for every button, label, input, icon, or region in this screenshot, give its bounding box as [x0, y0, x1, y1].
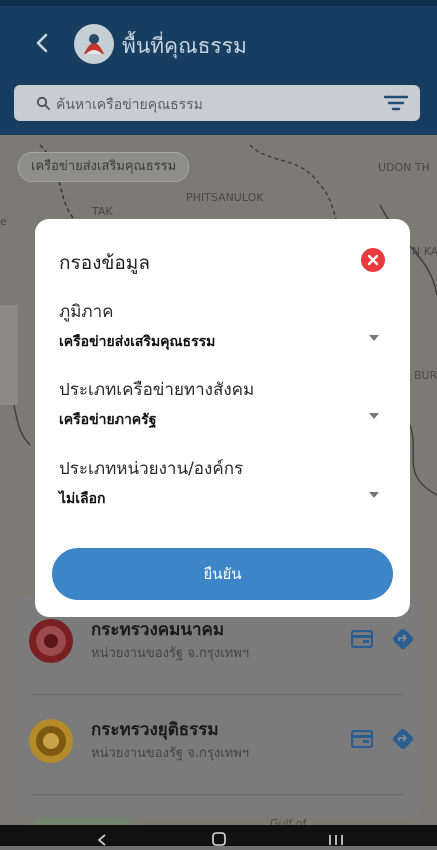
field-value[interactable]: เครือข่ายส่งเสริมคุณธรรม: [59, 331, 379, 353]
organization-type-select[interactable]: ประเภทหน่วยงาน/องค์กร ไม่เลือก: [59, 455, 379, 510]
close-icon[interactable]: [361, 248, 385, 272]
nav-back-icon[interactable]: [96, 831, 108, 846]
map-label-edge-right-bur: BUR: [414, 369, 437, 382]
logo-icon: [74, 24, 114, 64]
field-value[interactable]: ไม่เลือก: [59, 488, 379, 510]
back-arrow-icon[interactable]: [30, 30, 56, 56]
social-network-type-select[interactable]: ประเภทเครือข่ายทางสังคม เครือข่ายภาครัฐ: [59, 376, 379, 431]
search-bar[interactable]: ค้นหาเครือข่ายคุณธรรม: [14, 85, 420, 121]
divider: [32, 794, 404, 795]
field-value[interactable]: เครือข่ายภาครัฐ: [59, 409, 379, 431]
item-subtitle: หน่วยงานของรัฐ จ.กรุงเทพฯ: [91, 646, 250, 661]
nav-home-icon[interactable]: [212, 831, 226, 846]
divider: [32, 694, 404, 695]
dropdown-caret-icon[interactable]: [369, 335, 379, 341]
map-label-edge-right-ka: N KA: [412, 245, 437, 258]
map-label-edge-left: e: [0, 215, 7, 228]
directions-icon[interactable]: [391, 727, 415, 755]
search-input[interactable]: ค้นหาเครือข่ายคุณธรรม: [56, 94, 203, 116]
seal-icon: [28, 618, 74, 664]
search-icon: [36, 95, 50, 114]
status-bar: [0, 0, 437, 6]
dialog-title: กรองข้อมูล: [59, 252, 150, 274]
directions-icon[interactable]: [391, 627, 415, 655]
map-label-phitsanulok: PHITSANULOK: [186, 191, 264, 204]
system-nav-bar: [0, 825, 437, 846]
card-icon[interactable]: [350, 729, 374, 752]
app-header: พื้นที่คุณธรรม ค้นหาเครือข่ายคุณธรรม: [0, 0, 437, 135]
seal-icon: [28, 718, 74, 764]
filter-dialog: กรองข้อมูล ภูมิภาค เครือข่ายส่งเสริมคุณธ…: [35, 219, 410, 617]
item-name: กระทรวงยุติธรรม: [91, 720, 219, 740]
network-chip[interactable]: เครือข่ายส่งเสริมคุณธรรม: [18, 152, 190, 182]
field-label: ภูมิภาค: [59, 302, 114, 322]
map-label-tak: TAK: [92, 205, 113, 218]
field-label: ประเภทหน่วยงาน/องค์กร: [59, 459, 244, 479]
filter-icon[interactable]: [383, 94, 409, 116]
field-label: ประเภทเครือข่ายทางสังคม: [59, 380, 255, 400]
map-label-gulf: Gulf of: [270, 817, 307, 825]
dropdown-caret-icon[interactable]: [369, 413, 379, 419]
confirm-button[interactable]: ยืนยัน: [52, 548, 393, 600]
page-title: พื้นที่คุณธรรม: [122, 34, 247, 58]
item-subtitle: หน่วยงานของรัฐ จ.กรุงเทพฯ: [91, 746, 250, 761]
nav-recents-icon[interactable]: [328, 831, 344, 845]
item-name: กระทรวงคมนาคม: [91, 620, 225, 640]
list-item[interactable]: กระทรวงยุติธรรม หน่วยงานของรัฐ จ.กรุงเทพ…: [16, 696, 420, 786]
card-icon[interactable]: [350, 629, 374, 652]
results-list: กระทรวงคมนาคม หน่วยงานของรัฐ จ.กรุงเทพฯ …: [16, 596, 420, 818]
dropdown-caret-icon[interactable]: [369, 492, 379, 498]
region-select[interactable]: ภูมิภาค เครือข่ายส่งเสริมคุณธรรม: [59, 298, 379, 353]
map-label-udon: UDON TH: [378, 161, 430, 174]
